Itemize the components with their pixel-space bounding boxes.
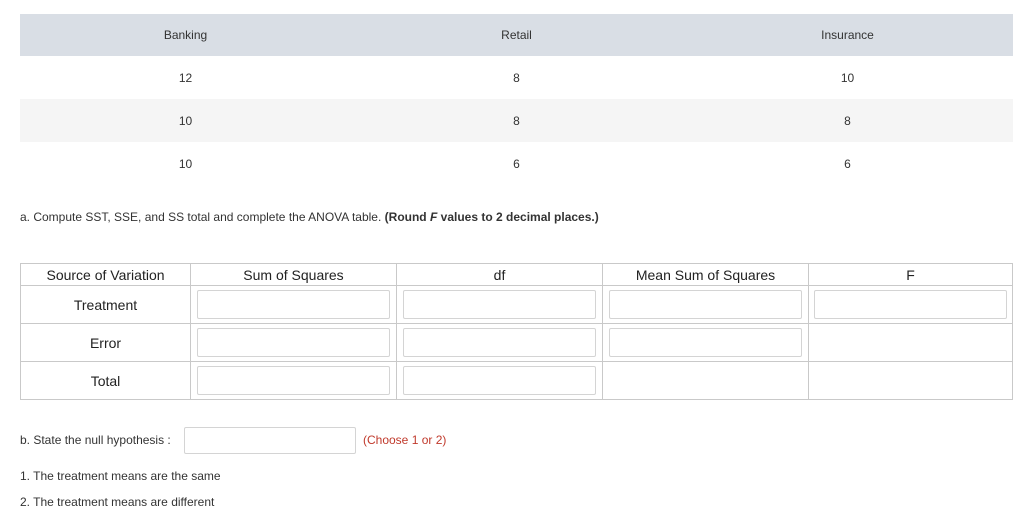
cell xyxy=(396,285,603,324)
treatment-ss-input[interactable] xyxy=(197,290,390,319)
question-a: a. Compute SST, SSE, and SS total and co… xyxy=(20,210,599,224)
header-retail: Retail xyxy=(501,28,532,42)
table-cell: 8 xyxy=(513,113,520,128)
table-row: 12 8 10 xyxy=(20,56,1013,99)
cell xyxy=(190,361,397,400)
treatment-ms-input[interactable] xyxy=(609,290,802,319)
cell xyxy=(808,323,1013,362)
error-ss-input[interactable] xyxy=(197,328,390,357)
choose-hint: (Choose 1 or 2) xyxy=(363,433,447,447)
data-table: Banking Retail Insurance 12 8 10 10 8 8 … xyxy=(20,14,1013,185)
table-cell: 12 xyxy=(178,70,193,85)
question-b-label: b. State the null hypothesis : xyxy=(20,433,171,447)
table-cell: 10 xyxy=(178,156,193,171)
option-2: 2. The treatment means are different xyxy=(20,495,215,509)
question-a-text: a. Compute SST, SSE, and SS total and co… xyxy=(20,210,385,224)
anova-header-row: Source of Variation Sum of Squares df Me… xyxy=(20,263,1013,286)
cell xyxy=(808,285,1013,324)
row-label-total: Total xyxy=(20,361,191,400)
cell xyxy=(190,323,397,362)
anova-row-error: Error xyxy=(20,323,1013,362)
header-banking: Banking xyxy=(163,28,208,42)
header-source-of-variation: Source of Variation xyxy=(20,263,191,286)
header-mean-sum-of-squares: Mean Sum of Squares xyxy=(602,263,809,286)
total-df-input[interactable] xyxy=(403,366,596,395)
anova-table: Source of Variation Sum of Squares df Me… xyxy=(20,263,1013,400)
table-cell: 10 xyxy=(178,113,193,128)
cell xyxy=(808,361,1013,400)
error-df-input[interactable] xyxy=(403,328,596,357)
anova-row-total: Total xyxy=(20,361,1013,400)
rounding-note-suffix: values to 2 decimal places.) xyxy=(437,210,599,224)
cell xyxy=(602,285,809,324)
cell xyxy=(396,361,603,400)
header-f: F xyxy=(808,263,1013,286)
question-a-rounding-note: (Round F values to 2 decimal places.) xyxy=(385,210,599,224)
error-ms-input[interactable] xyxy=(609,328,802,357)
row-label-error: Error xyxy=(20,323,191,362)
header-df: df xyxy=(396,263,603,286)
cell xyxy=(602,361,809,400)
table-row: 10 6 6 xyxy=(20,142,1013,185)
total-ss-input[interactable] xyxy=(197,366,390,395)
cell xyxy=(190,285,397,324)
cell xyxy=(396,323,603,362)
table-cell: 10 xyxy=(840,70,855,85)
table-cell: 6 xyxy=(844,156,851,171)
anova-row-treatment: Treatment xyxy=(20,285,1013,324)
row-label-treatment: Treatment xyxy=(20,285,191,324)
null-hypothesis-input[interactable] xyxy=(184,427,356,454)
header-insurance: Insurance xyxy=(821,28,874,42)
cell xyxy=(602,323,809,362)
rounding-note-prefix: (Round xyxy=(384,210,430,224)
treatment-df-input[interactable] xyxy=(403,290,596,319)
table-cell: 8 xyxy=(844,113,851,128)
header-sum-of-squares: Sum of Squares xyxy=(190,263,397,286)
table-row: 10 8 8 xyxy=(20,99,1013,142)
table-cell: 8 xyxy=(513,70,520,85)
data-table-header: Banking Retail Insurance xyxy=(20,14,1013,56)
treatment-f-input[interactable] xyxy=(814,290,1007,319)
option-1: 1. The treatment means are the same xyxy=(20,469,221,483)
table-cell: 6 xyxy=(513,156,520,171)
